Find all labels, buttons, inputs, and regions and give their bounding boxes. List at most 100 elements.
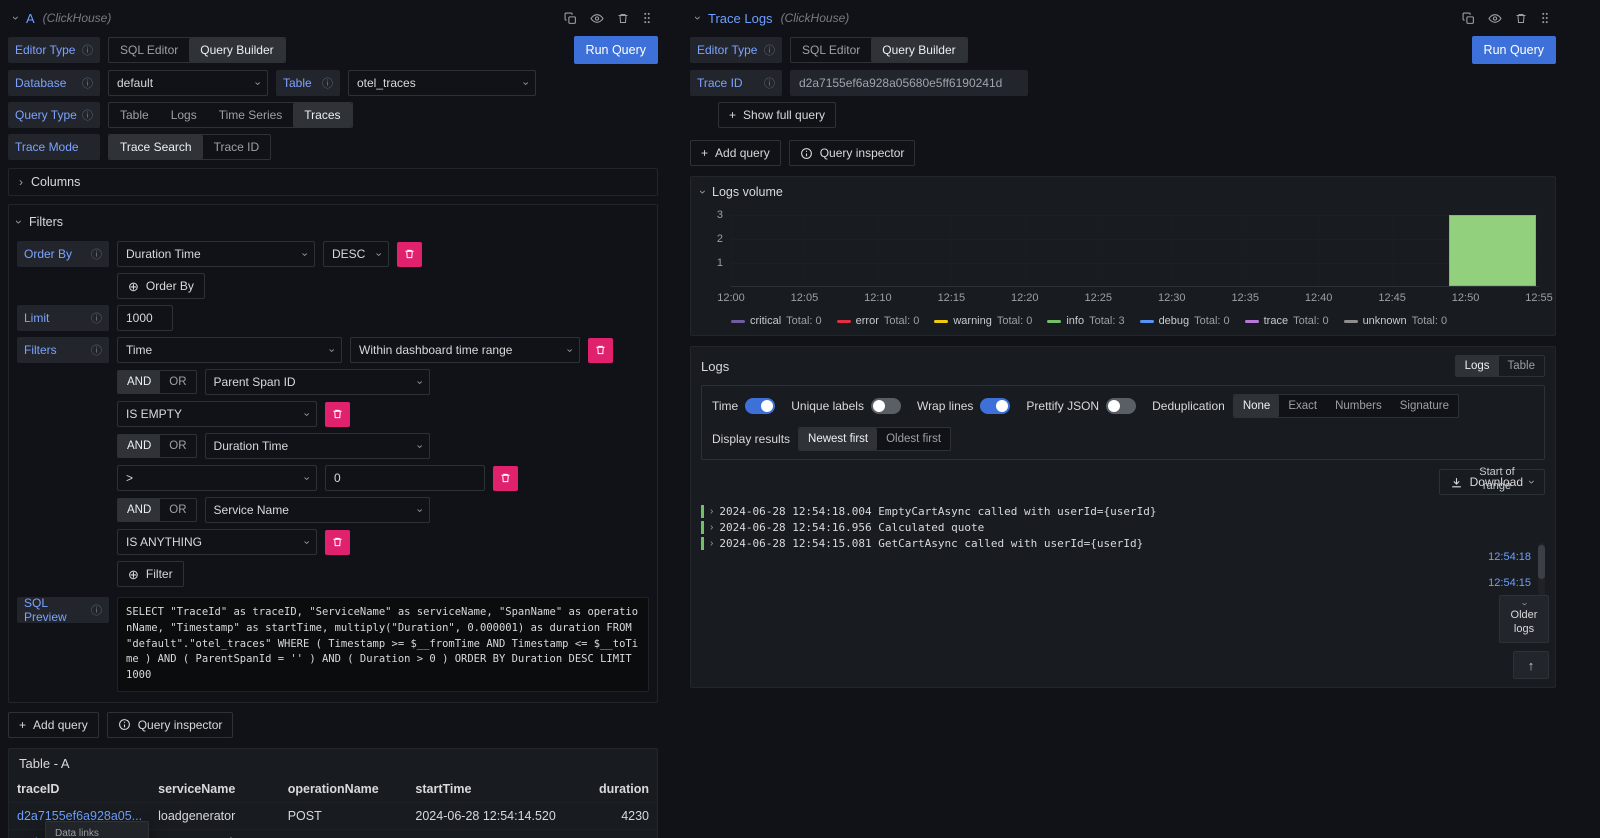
remove-query-trash-icon[interactable]	[1515, 12, 1527, 25]
unique-labels-toggle[interactable]	[871, 398, 901, 414]
scroll-to-top-button[interactable]: ↑	[1513, 651, 1549, 679]
or-option[interactable]: OR	[160, 371, 195, 393]
query-type-timeseries[interactable]: Time Series	[208, 103, 294, 127]
legend-item[interactable]: traceTotal: 0	[1245, 315, 1329, 327]
drag-handle-icon[interactable]	[642, 11, 652, 25]
and-option[interactable]: AND	[118, 499, 160, 521]
filter-operator-select[interactable]: Within dashboard time range›	[350, 337, 580, 363]
info-icon[interactable]: ⓘ	[91, 310, 102, 326]
and-option[interactable]: AND	[118, 371, 160, 393]
prettify-json-toggle[interactable]	[1106, 398, 1136, 414]
log-line[interactable]: ›2024-06-28 12:54:16.956 Calculated quot…	[701, 519, 1455, 535]
trace-id-input[interactable]	[790, 70, 1028, 96]
expand-chevron-icon[interactable]: ›	[710, 538, 713, 549]
run-query-button[interactable]: Run Query	[1472, 36, 1556, 64]
logs-view-option[interactable]: Logs	[1456, 356, 1499, 376]
col-duration[interactable]: duration	[591, 776, 657, 803]
sql-editor-option[interactable]: SQL Editor	[109, 38, 189, 62]
collapse-chevron-icon[interactable]: ›	[692, 16, 704, 20]
query-inspector-button[interactable]: Query inspector	[107, 712, 234, 738]
info-icon[interactable]: ⓘ	[764, 75, 775, 91]
time-toggle[interactable]	[745, 398, 775, 414]
expand-chevron-icon[interactable]: ›	[710, 506, 713, 517]
query-builder-option[interactable]: Query Builder	[189, 38, 284, 62]
filter-operator-select[interactable]: IS EMPTY›	[117, 401, 317, 427]
hide-query-eye-icon[interactable]	[1488, 12, 1502, 25]
legend-item[interactable]: debugTotal: 0	[1140, 315, 1230, 327]
remove-filter-button[interactable]	[493, 466, 518, 491]
sql-editor-option[interactable]: SQL Editor	[791, 38, 871, 62]
remove-filter-button[interactable]	[325, 402, 350, 427]
add-order-by-button[interactable]: ⊕Order By	[117, 273, 205, 299]
or-option[interactable]: OR	[160, 499, 195, 521]
oldest-first-option[interactable]: Oldest first	[877, 428, 950, 450]
add-query-button[interactable]: +Add query	[8, 712, 99, 738]
filter-field-select[interactable]: Service Name›	[205, 497, 430, 523]
info-icon[interactable]: ⓘ	[82, 75, 93, 91]
run-query-button[interactable]: Run Query	[574, 36, 658, 64]
limit-input[interactable]	[117, 305, 173, 331]
remove-filter-button[interactable]	[588, 338, 613, 363]
log-line[interactable]: ›2024-06-28 12:54:18.004 EmptyCartAsync …	[701, 503, 1455, 519]
duplicate-query-icon[interactable]	[1462, 12, 1475, 25]
add-filter-button[interactable]: ⊕Filter	[117, 561, 184, 587]
query-type-table[interactable]: Table	[109, 103, 160, 127]
table-select[interactable]: otel_traces›	[348, 70, 536, 96]
dedup-signature-option[interactable]: Signature	[1391, 395, 1458, 417]
query-type-traces[interactable]: Traces	[293, 103, 351, 127]
logs-volume-header[interactable]: › Logs volume	[701, 185, 1545, 199]
info-icon[interactable]: ⓘ	[82, 107, 93, 123]
info-icon[interactable]: ⓘ	[764, 42, 775, 58]
legend-item[interactable]: infoTotal: 3	[1047, 315, 1124, 327]
older-logs-button[interactable]: ›Older logs	[1499, 595, 1549, 643]
dedup-none-option[interactable]: None	[1234, 395, 1280, 417]
col-traceid[interactable]: traceID	[9, 776, 150, 803]
trace-search-option[interactable]: Trace Search	[109, 135, 203, 159]
drag-handle-icon[interactable]	[1540, 11, 1550, 25]
filters-section-toggle[interactable]: › Filters	[17, 213, 649, 231]
info-icon[interactable]: ⓘ	[82, 42, 93, 58]
legend-item[interactable]: errorTotal: 0	[837, 315, 920, 327]
info-icon[interactable]: ⓘ	[91, 342, 102, 358]
filter-field-select[interactable]: Duration Time›	[205, 433, 430, 459]
info-icon[interactable]: ⓘ	[91, 246, 102, 262]
col-servicename[interactable]: serviceName	[150, 776, 280, 803]
info-icon[interactable]: ⓘ	[91, 602, 102, 618]
trace-id-option[interactable]: Trace ID	[203, 135, 271, 159]
query-inspector-button[interactable]: Query inspector	[789, 140, 916, 166]
hide-query-eye-icon[interactable]	[590, 12, 604, 25]
database-select[interactable]: default›	[108, 70, 268, 96]
remove-filter-button[interactable]	[325, 530, 350, 555]
legend-item[interactable]: unknownTotal: 0	[1344, 315, 1448, 327]
col-starttime[interactable]: startTime	[407, 776, 591, 803]
dedup-exact-option[interactable]: Exact	[1279, 395, 1326, 417]
filter-operator-select[interactable]: IS ANYTHING›	[117, 529, 317, 555]
duplicate-query-icon[interactable]	[564, 12, 577, 25]
add-query-button[interactable]: +Add query	[690, 140, 781, 166]
legend-item[interactable]: criticalTotal: 0	[731, 315, 822, 327]
query-type-logs[interactable]: Logs	[160, 103, 208, 127]
filter-field-select[interactable]: Parent Span ID›	[205, 369, 430, 395]
wrap-lines-toggle[interactable]	[980, 398, 1010, 414]
logs-scrollbar-thumb[interactable]	[1538, 545, 1545, 579]
expand-chevron-icon[interactable]: ›	[710, 522, 713, 533]
order-by-direction-select[interactable]: DESC›	[323, 241, 389, 267]
or-option[interactable]: OR	[160, 435, 195, 457]
filter-operator-select[interactable]: >›	[117, 465, 317, 491]
legend-item[interactable]: warningTotal: 0	[934, 315, 1032, 327]
query-builder-option[interactable]: Query Builder	[871, 38, 966, 62]
and-option[interactable]: AND	[118, 435, 160, 457]
col-operationname[interactable]: operationName	[280, 776, 408, 803]
info-icon[interactable]: ⓘ	[322, 75, 333, 91]
dedup-numbers-option[interactable]: Numbers	[1326, 395, 1391, 417]
filter-value-input[interactable]	[325, 465, 485, 491]
table-view-option[interactable]: Table	[1499, 356, 1545, 376]
order-by-field-select[interactable]: Duration Time›	[117, 241, 315, 267]
remove-query-trash-icon[interactable]	[617, 12, 629, 25]
newest-first-option[interactable]: Newest first	[799, 428, 877, 450]
collapse-chevron-icon[interactable]: ›	[10, 16, 22, 20]
filter-field-select[interactable]: Time›	[117, 337, 342, 363]
info-logs-bar[interactable]	[1449, 215, 1536, 286]
remove-order-by-button[interactable]	[397, 242, 422, 267]
show-full-query-button[interactable]: +Show full query	[718, 102, 836, 128]
